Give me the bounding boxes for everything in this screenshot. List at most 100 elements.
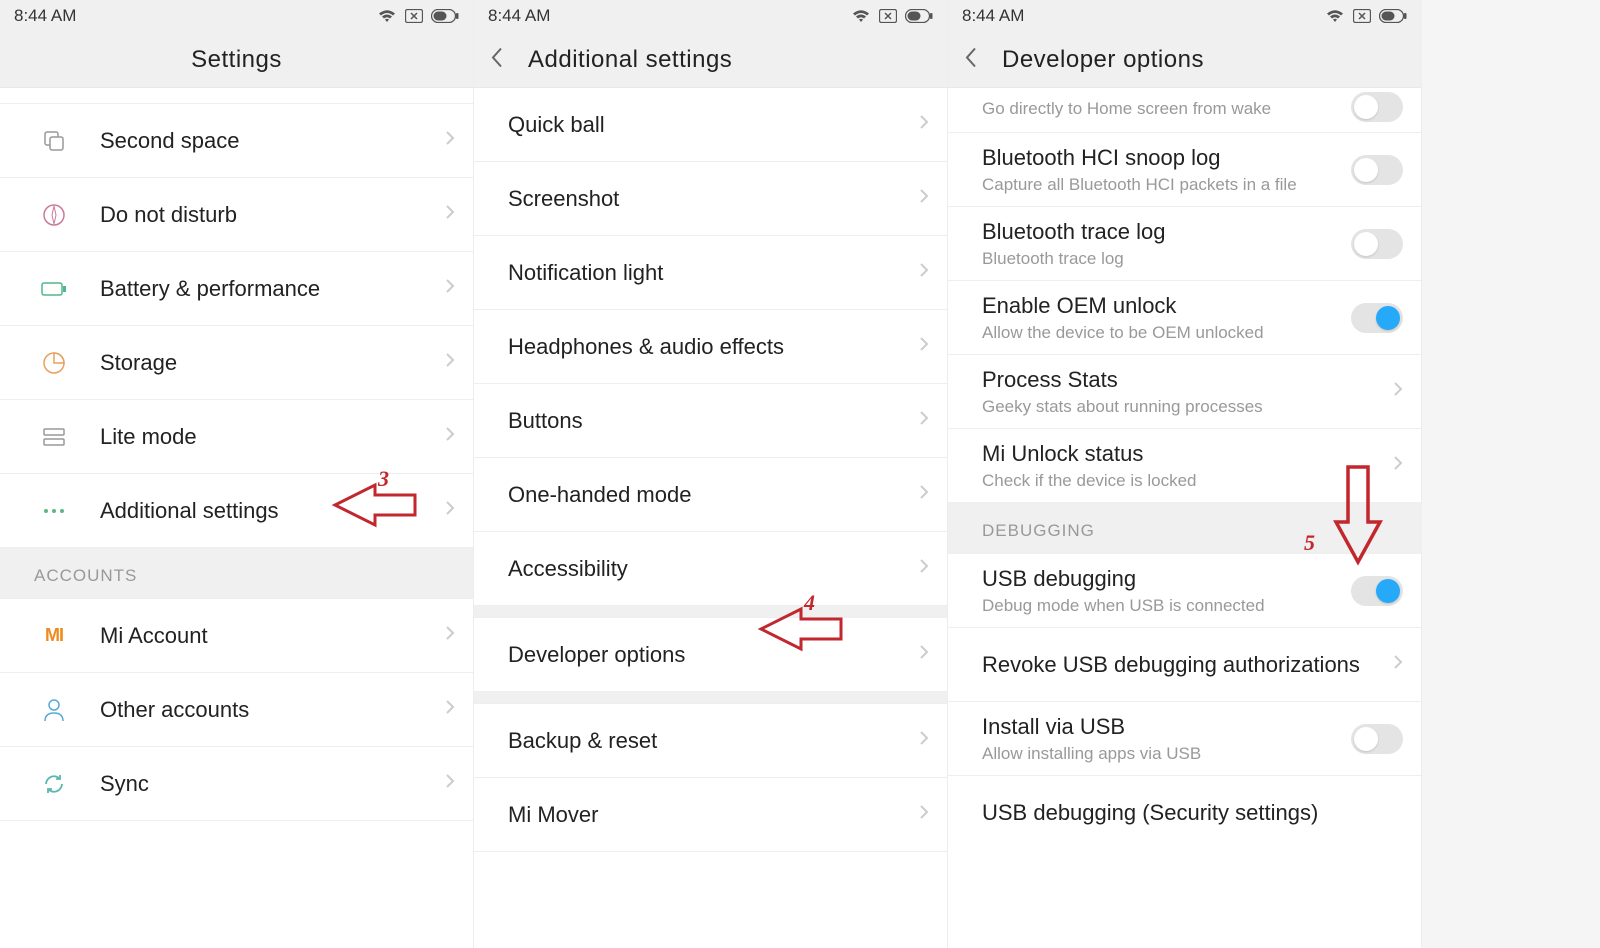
row-mi-account[interactable]: MI Mi Account: [0, 599, 473, 673]
toggle-switch[interactable]: [1351, 155, 1403, 185]
row-label: Quick ball: [508, 112, 909, 138]
settings-list: Second space Do not disturb Battery & pe…: [0, 88, 473, 821]
row-label: Install via USB: [982, 714, 1341, 740]
chevron-right-icon: [919, 336, 929, 357]
title-bar-additional: Additional settings: [474, 32, 947, 88]
chevron-right-icon: [919, 262, 929, 283]
toggle-switch[interactable]: [1351, 724, 1403, 754]
chevron-right-icon: [919, 484, 929, 505]
toggle-switch[interactable]: [1351, 229, 1403, 259]
row-label: USB debugging (Security settings): [982, 800, 1403, 826]
row-label: Mi Account: [100, 623, 435, 649]
chevron-right-icon: [445, 352, 455, 373]
status-time: 8:44 AM: [962, 6, 1024, 26]
developer-list: Go directly to Home screen from wake Blu…: [948, 88, 1421, 850]
row-label: USB debugging: [982, 566, 1341, 592]
row-install-usb[interactable]: Install via USB Allow installing apps vi…: [948, 702, 1421, 776]
chevron-right-icon: [919, 188, 929, 209]
row-process-stats[interactable]: Process Stats Geeky stats about running …: [948, 355, 1421, 429]
toggle-switch[interactable]: [1351, 92, 1403, 122]
row-bt-trace[interactable]: Bluetooth trace log Bluetooth trace log: [948, 207, 1421, 281]
copy-icon: [40, 127, 68, 155]
row-backup-reset[interactable]: Backup & reset: [474, 704, 947, 778]
row-label: Lite mode: [100, 424, 435, 450]
page-title: Settings: [191, 46, 282, 74]
row-usb-debugging[interactable]: USB debugging Debug mode when USB is con…: [948, 554, 1421, 628]
chevron-right-icon: [445, 426, 455, 447]
row-label: Other accounts: [100, 697, 435, 723]
row-sub: Allow the device to be OEM unlocked: [982, 323, 1341, 343]
title-bar-settings: Settings: [0, 32, 473, 88]
row-mi-mover[interactable]: Mi Mover: [474, 778, 947, 852]
row-mi-unlock[interactable]: Mi Unlock status Check if the device is …: [948, 429, 1421, 503]
pane-developer-options: 8:44 AM Developer options Go directly to…: [948, 0, 1422, 948]
row-sync[interactable]: Sync: [0, 747, 473, 821]
row-label: Sync: [100, 771, 435, 797]
status-time: 8:44 AM: [488, 6, 550, 26]
pane-settings: 8:44 AM Settings Second space Do not dis…: [0, 0, 474, 948]
row-storage[interactable]: Storage: [0, 326, 473, 400]
row-sub: Bluetooth trace log: [982, 249, 1341, 269]
status-icons: [1325, 8, 1407, 24]
row-quick-ball[interactable]: Quick ball: [474, 88, 947, 162]
row-label: Screenshot: [508, 186, 909, 212]
row-label: Bluetooth trace log: [982, 219, 1341, 245]
row-sub: Check if the device is locked: [982, 471, 1383, 491]
row-one-handed[interactable]: One-handed mode: [474, 458, 947, 532]
toggle-switch[interactable]: [1351, 303, 1403, 333]
battery-icon: [905, 9, 933, 23]
chevron-right-icon: [919, 558, 929, 579]
storage-pie-icon: [40, 349, 68, 377]
row-accessibility[interactable]: Accessibility: [474, 532, 947, 606]
chevron-right-icon: [1393, 455, 1403, 476]
row-sub: Geeky stats about running processes: [982, 397, 1383, 417]
row-label: Developer options: [508, 642, 909, 668]
row-battery[interactable]: Battery & performance: [0, 252, 473, 326]
chevron-right-icon: [919, 114, 929, 135]
row-skip-screen-lock[interactable]: Go directly to Home screen from wake: [948, 88, 1421, 133]
row-sub: Allow installing apps via USB: [982, 744, 1341, 764]
row-label: Accessibility: [508, 556, 909, 582]
status-icons: [377, 8, 459, 24]
row-notification-light[interactable]: Notification light: [474, 236, 947, 310]
compass-icon: [40, 201, 68, 229]
row-label: Headphones & audio effects: [508, 334, 909, 360]
chevron-right-icon: [445, 130, 455, 151]
row-developer-options[interactable]: Developer options: [474, 618, 947, 692]
back-button[interactable]: [964, 46, 978, 73]
chevron-right-icon: [445, 699, 455, 720]
chevron-right-icon: [445, 278, 455, 299]
toggle-switch[interactable]: [1351, 576, 1403, 606]
row-label: Backup & reset: [508, 728, 909, 754]
row-oem-unlock[interactable]: Enable OEM unlock Allow the device to be…: [948, 281, 1421, 355]
section-accounts: ACCOUNTS: [0, 548, 473, 599]
row-additional-settings[interactable]: Additional settings: [0, 474, 473, 548]
chevron-right-icon: [445, 204, 455, 225]
status-bar: 8:44 AM: [474, 0, 947, 32]
section-debugging: DEBUGGING: [948, 503, 1421, 554]
back-button[interactable]: [490, 46, 504, 73]
row-label: Buttons: [508, 408, 909, 434]
row-buttons[interactable]: Buttons: [474, 384, 947, 458]
battery-icon: [1379, 9, 1407, 23]
chevron-right-icon: [445, 500, 455, 521]
dots-icon: [40, 497, 68, 525]
row-label: Bluetooth HCI snoop log: [982, 145, 1341, 171]
row-sub: Go directly to Home screen from wake: [982, 99, 1341, 119]
row-bt-hci[interactable]: Bluetooth HCI snoop log Capture all Blue…: [948, 133, 1421, 207]
row-headphones[interactable]: Headphones & audio effects: [474, 310, 947, 384]
pane-additional-settings: 8:44 AM Additional settings Quick ball S…: [474, 0, 948, 948]
row-screenshot[interactable]: Screenshot: [474, 162, 947, 236]
row-second-space[interactable]: Second space: [0, 104, 473, 178]
chevron-right-icon: [919, 644, 929, 665]
row-label: Additional settings: [100, 498, 435, 524]
status-bar: 8:44 AM: [948, 0, 1421, 32]
row-sub: Debug mode when USB is connected: [982, 596, 1341, 616]
row-lite-mode[interactable]: Lite mode: [0, 400, 473, 474]
row-usb-debug-security[interactable]: USB debugging (Security settings): [948, 776, 1421, 850]
chevron-right-icon: [919, 730, 929, 751]
row-dnd[interactable]: Do not disturb: [0, 178, 473, 252]
row-revoke-usb[interactable]: Revoke USB debugging authorizations: [948, 628, 1421, 702]
page-title: Additional settings: [528, 46, 732, 74]
row-other-accounts[interactable]: Other accounts: [0, 673, 473, 747]
